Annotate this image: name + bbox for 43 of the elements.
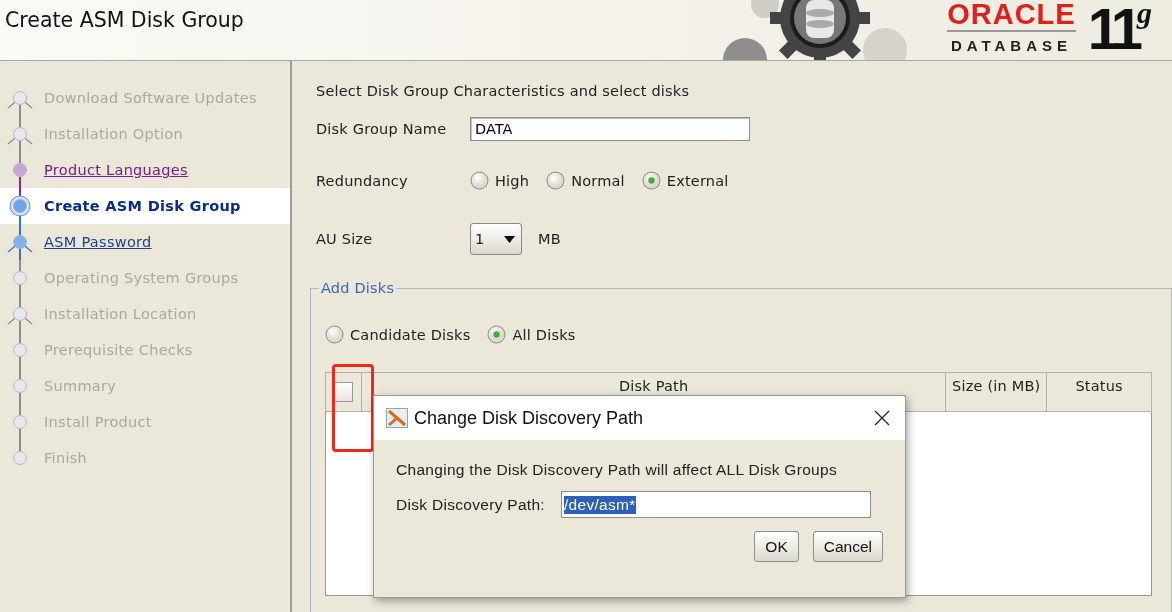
radio-button[interactable] — [546, 171, 566, 190]
step-label: Install Product — [44, 414, 152, 430]
brand-name: ORACLE — [947, 0, 1076, 32]
unit-label: MB — [538, 231, 561, 247]
app-icon — [386, 408, 408, 428]
field-label: Redundancy — [316, 172, 409, 189]
radio-button[interactable] — [641, 171, 661, 190]
step-label: Prerequisite Checks — [44, 342, 193, 358]
group-title: Add Disks — [320, 280, 396, 296]
au-size-dropdown[interactable]: 1 — [470, 223, 522, 255]
step-label: Finish — [44, 450, 88, 466]
radio-button[interactable] — [325, 325, 344, 344]
field-label: Disk Group Name — [316, 121, 448, 137]
radio-label[interactable]: All Disks — [512, 326, 576, 343]
step-label: Operating System Groups — [44, 270, 239, 286]
radio-button[interactable] — [470, 171, 489, 190]
column-header[interactable]: Size (in MB) — [945, 372, 1047, 412]
step-label: Installation Location — [44, 306, 197, 322]
field-label: AU Size — [316, 231, 374, 247]
radio-label[interactable]: Candidate Disks — [350, 326, 471, 343]
radio-button[interactable] — [487, 325, 507, 344]
select-all-checkbox[interactable] — [333, 382, 354, 402]
step-label: Installation Option — [44, 126, 183, 142]
step-label: Download Software Updates — [44, 90, 257, 106]
dialog-button[interactable]: OK — [754, 531, 799, 562]
disk-group-name-field[interactable]: DATA — [470, 117, 750, 141]
field-label: Disk Discovery Path: — [396, 495, 545, 514]
radio-label[interactable]: External — [666, 172, 729, 189]
product-name: DATABASE — [950, 37, 1072, 54]
step-label: Create ASM Disk Group — [44, 198, 241, 214]
version-label: 11$^{g}$ — [1087, 0, 1152, 58]
step-label: Summary — [44, 378, 117, 394]
section-heading: Select Disk Group Characteristics and select disks — [316, 83, 691, 99]
window-title: Create ASM Disk Group — [5, 8, 245, 32]
dialog-button[interactable]: Cancel — [812, 531, 883, 562]
radio-label[interactable]: High — [495, 172, 530, 189]
radio-label[interactable]: Normal — [571, 172, 625, 189]
step-label[interactable]: Product Languages — [44, 162, 188, 178]
column-header[interactable]: Status — [1046, 372, 1152, 412]
discovery-path-field[interactable]: /dev/asm* — [561, 491, 871, 518]
step-label[interactable]: ASM Password — [44, 234, 152, 250]
caret-icon — [504, 235, 515, 243]
dialog-message: Changing the Disk Discovery Path will affect ALL Disk Groups — [396, 461, 838, 479]
